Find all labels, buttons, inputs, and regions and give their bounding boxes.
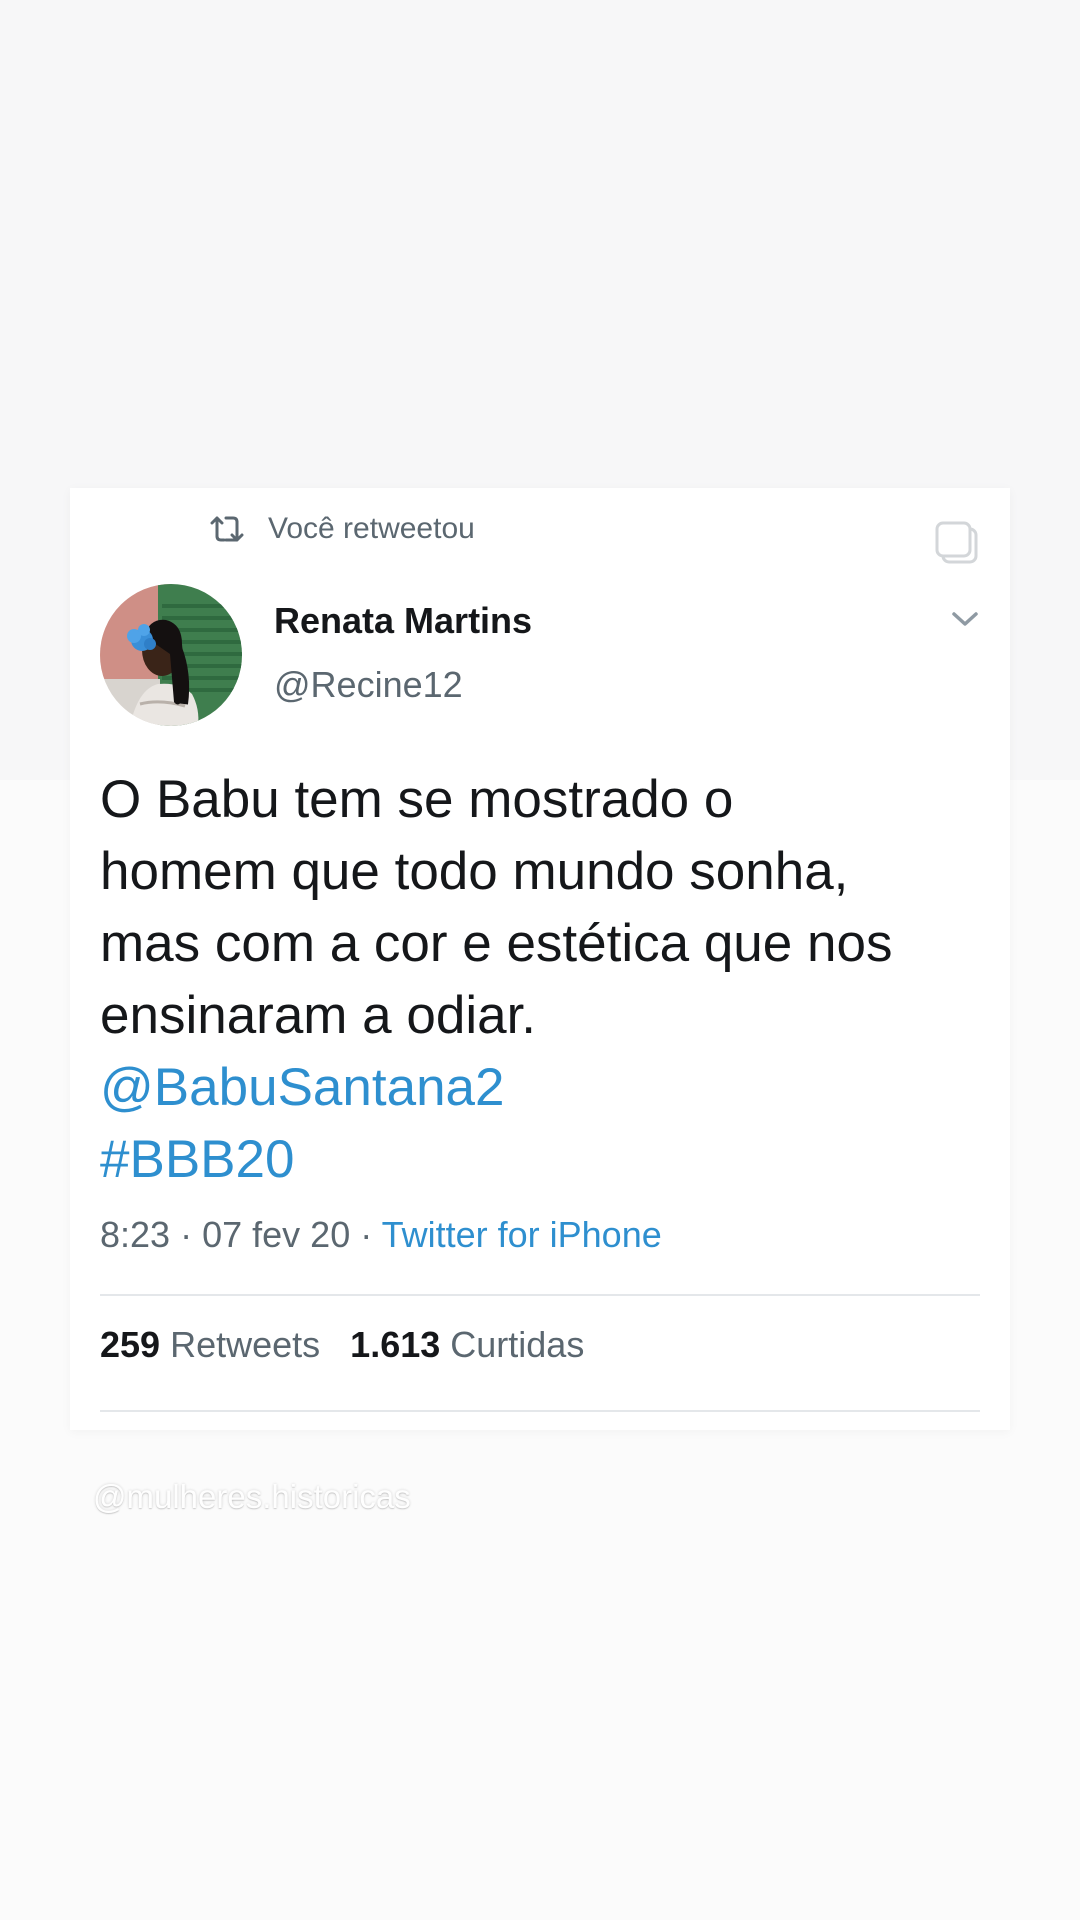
meta-separator: ·: [180, 1214, 193, 1255]
tweet-card: Você retweetou Renata Martins @Recine12 …: [70, 488, 1010, 1430]
tweet-source-link[interactable]: Twitter for iPhone: [382, 1214, 662, 1255]
mention-link[interactable]: @BabuSantana2: [100, 1052, 990, 1124]
retweets-stat[interactable]: 259 Retweets: [100, 1324, 320, 1365]
tweet-stats: 259 Retweets 1.613 Curtidas: [100, 1324, 584, 1366]
likes-label: Curtidas: [450, 1324, 585, 1365]
author-handle[interactable]: @Recine12: [274, 664, 463, 706]
watermark: @mulheres.historicas: [93, 1478, 411, 1515]
retweet-indicator: Você retweetou: [210, 512, 475, 546]
likes-stat[interactable]: 1.613 Curtidas: [350, 1324, 584, 1365]
retweet-icon: [210, 516, 244, 542]
divider: [100, 1410, 980, 1412]
tweet-body: O Babu tem se mostrado o homem que todo …: [100, 764, 990, 1196]
divider: [100, 1294, 980, 1296]
meta-separator: ·: [360, 1214, 373, 1255]
retweet-label: Você retweetou: [268, 512, 475, 545]
avatar[interactable]: [100, 584, 242, 726]
likes-count: 1.613: [350, 1324, 441, 1365]
tweet-text-line: mas com a cor e estética que nos: [100, 914, 893, 973]
tweet-meta: 8:23 · 07 fev 20 · Twitter for iPhone: [100, 1214, 662, 1256]
tweet-time: 8:23: [100, 1214, 171, 1255]
chevron-down-icon[interactable]: [950, 608, 980, 630]
avatar-photo: [100, 584, 242, 726]
hashtag-link[interactable]: #BBB20: [100, 1124, 990, 1196]
tweet-text-line: ensinaram a odiar.: [100, 986, 537, 1045]
copy-icon[interactable]: [934, 520, 980, 566]
author-name[interactable]: Renata Martins: [274, 600, 532, 642]
tweet-date: 07 fev 20: [202, 1214, 351, 1255]
tweet-text-line: O Babu tem se mostrado o: [100, 770, 734, 829]
retweets-label: Retweets: [170, 1324, 321, 1365]
retweets-count: 259: [100, 1324, 161, 1365]
tweet-text-line: homem que todo mundo sonha,: [100, 842, 849, 901]
